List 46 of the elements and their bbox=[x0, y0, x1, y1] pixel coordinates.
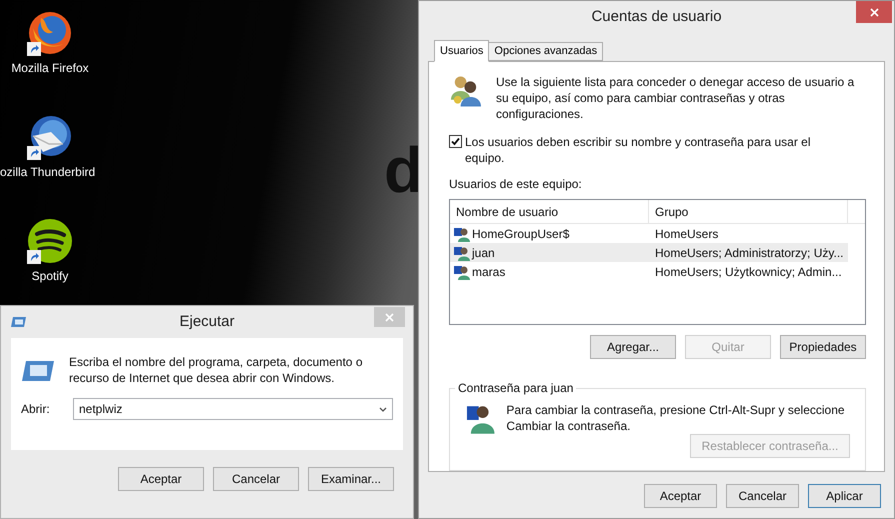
user-row[interactable]: maras HomeUsers; Użytkownicy; Admin... bbox=[450, 262, 848, 281]
wallpaper-letter: d bbox=[384, 135, 424, 205]
open-label: Abrir: bbox=[21, 401, 51, 418]
dialog-button[interactable]: Aplicar bbox=[808, 484, 881, 508]
user-group: HomeUsers bbox=[649, 224, 718, 242]
user-icon bbox=[454, 264, 470, 280]
dialog-button[interactable]: Aceptar bbox=[118, 467, 204, 491]
intro-text: Use la siguiente lista para conceder o denegar acceso de usuario a su equipo, así como para cambiar contraseñas y otras configuraciones. bbox=[496, 74, 856, 122]
tab[interactable]: Usuarios bbox=[434, 40, 490, 62]
close-icon bbox=[870, 8, 878, 16]
checkbox-label: Los usuarios deben escribir su nombre y contraseña para usar el equipo. bbox=[465, 134, 812, 166]
users-label: Usuarios de este equipo: bbox=[449, 176, 583, 193]
dialog-button[interactable]: Aceptar bbox=[644, 484, 717, 508]
user-group: HomeUsers; Administratorzy; Uży... bbox=[649, 244, 844, 262]
open-value: netplwiz bbox=[79, 401, 124, 418]
check-icon bbox=[451, 137, 460, 146]
action-button[interactable]: Propiedades bbox=[780, 335, 866, 359]
user-row[interactable]: HomeGroupUser$ HomeUsers bbox=[450, 224, 848, 243]
dialog-button[interactable]: Cancelar bbox=[213, 467, 299, 491]
window-title: Ejecutar bbox=[178, 312, 236, 332]
column-header[interactable]: Nombre de usuario bbox=[450, 200, 649, 223]
run-icon bbox=[11, 316, 27, 328]
column-header[interactable]: Grupo bbox=[649, 200, 848, 223]
close-icon bbox=[385, 312, 394, 322]
open-combo-box[interactable]: netplwiz bbox=[73, 398, 393, 420]
user-icon bbox=[454, 226, 470, 242]
user-name: juan bbox=[472, 244, 495, 262]
user-icon bbox=[454, 244, 470, 260]
run-icon bbox=[21, 360, 55, 382]
desktop-icon-label[interactable]: ozilla Thunderbird bbox=[0, 164, 96, 180]
password-instructions: Para cambiar la contraseña, presione Ctrl-Alt-Supr y seleccione Cambiar la contraseña. bbox=[506, 402, 846, 434]
close-button[interactable] bbox=[856, 1, 892, 23]
run-description: Escriba el nombre del programa, carpeta, documento o recurso de Internet que desea abrir con Windows. bbox=[69, 354, 364, 386]
action-button[interactable]: Agregar... bbox=[590, 335, 676, 359]
user-name: HomeGroupUser$ bbox=[472, 226, 570, 242]
desktop-icon-label[interactable]: Spotify bbox=[32, 268, 68, 284]
tab[interactable]: Opciones avanzadas bbox=[489, 42, 604, 61]
user-row[interactable]: juan HomeUsers; Administratorzy; Uży... bbox=[450, 243, 848, 262]
group-title: Contraseña para juan bbox=[455, 381, 576, 395]
checkbox[interactable] bbox=[449, 135, 462, 148]
desktop-icon-label[interactable]: Mozilla Firefox bbox=[11, 60, 89, 76]
user-group: HomeUsers; Użytkownicy; Admin... bbox=[649, 262, 842, 280]
window-title: Cuentas de usuario bbox=[590, 7, 723, 28]
user-name: maras bbox=[472, 264, 506, 280]
dialog-button[interactable]: Cancelar bbox=[726, 484, 799, 508]
dialog-button[interactable]: Examinar... bbox=[308, 467, 394, 491]
